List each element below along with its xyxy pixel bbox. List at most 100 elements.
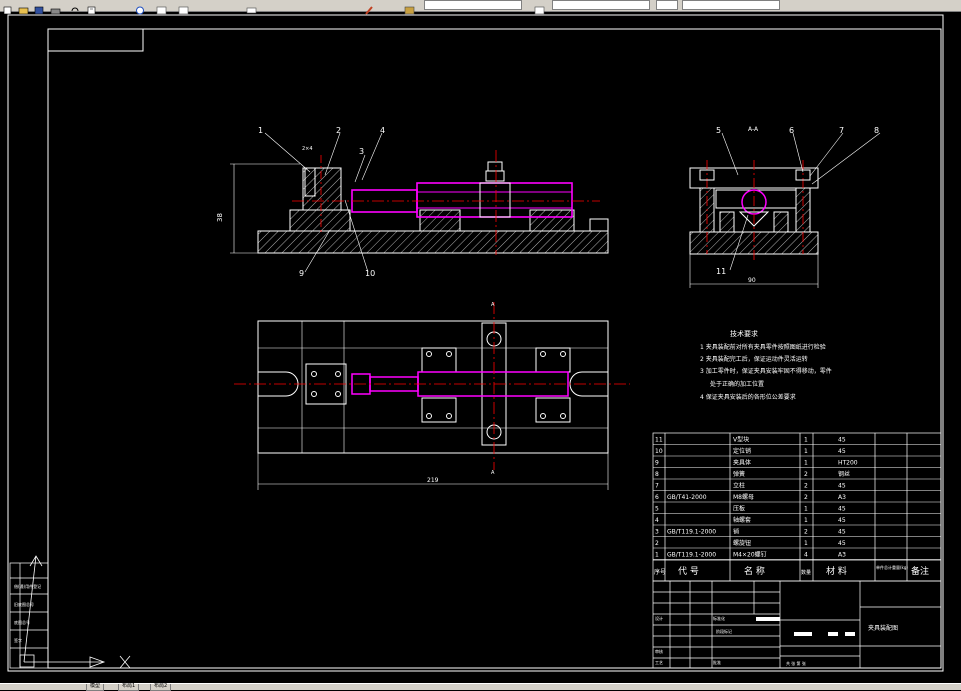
layer-icon[interactable]	[246, 0, 258, 14]
balloon-2: 2	[336, 126, 341, 135]
front-view	[230, 132, 609, 273]
bom-cell-no: 10	[655, 448, 663, 455]
bom-cell-qty: 2	[804, 529, 808, 536]
bom-cell-qty: 4	[804, 552, 808, 559]
tab-model[interactable]: 模型	[86, 684, 105, 691]
section-view	[689, 132, 881, 288]
layer-dropdown[interactable]	[424, 0, 522, 10]
bom-cell-qty: 1	[804, 460, 808, 467]
bom-cell-no: 1	[655, 552, 659, 559]
balloon-7: 7	[839, 126, 844, 135]
bom-cell-no: 4	[655, 517, 659, 524]
tb-label-mark	[756, 617, 780, 621]
toolbar	[0, 0, 961, 15]
tb-review: 审核	[655, 648, 663, 654]
tech-line-4: 处于正确的加工位置	[710, 380, 764, 388]
lineweight-dropdown[interactable]	[682, 0, 780, 10]
bom-cell-mat: A3	[838, 552, 846, 559]
bom-h-name: 名 称	[744, 565, 765, 577]
bom-cell-name: 销	[733, 528, 739, 536]
bom-table	[652, 432, 942, 582]
tb-stage: 阶段标记	[716, 628, 732, 634]
bom-cell-no: 9	[655, 460, 659, 467]
sidebar-label-4: 签字	[14, 637, 22, 643]
bom-cell-name: 定位销	[733, 447, 751, 455]
open-icon[interactable]	[18, 0, 30, 15]
drawing-name: 夹具装配图	[868, 624, 898, 632]
bom-cell-mat: HT200	[838, 460, 858, 467]
tb-design: 设计	[655, 615, 663, 621]
bom-cell-no: 7	[655, 483, 659, 490]
linetype-dropdown[interactable]	[656, 0, 678, 10]
bom-cell-mat: A3	[838, 494, 846, 501]
bom-cell-name: V型块	[733, 436, 749, 444]
bom-cell-code: GB/T41-2000	[667, 494, 707, 501]
sidebar-label-1: 借(通)用件登记	[14, 583, 41, 589]
layer-manager-icon[interactable]	[404, 0, 416, 15]
undo-icon[interactable]	[70, 0, 82, 12]
bom-cell-mat: 45	[838, 437, 846, 444]
matchprop-icon[interactable]	[364, 0, 376, 15]
color-dropdown[interactable]	[552, 0, 650, 10]
bom-cell-no: 5	[655, 506, 659, 513]
section-width-dim: 90	[748, 277, 756, 284]
balloon-9: 9	[299, 269, 304, 278]
save-icon[interactable]	[34, 0, 46, 15]
bom-cell-qty: 1	[804, 506, 808, 513]
properties-icon[interactable]	[178, 0, 190, 15]
plan-width-dim: 219	[427, 477, 439, 484]
drawing-canvas[interactable]: 借(通)用件登记 旧底图总号 底图总号 签字 38 2×4 1 2 3 4 9 …	[0, 12, 961, 683]
bom-cell-code: GB/T119.1-2000	[667, 552, 716, 559]
balloon-1: 1	[258, 126, 263, 135]
bom-header: 序号 代 号 名 称 数量 材 料 单件总计重量(kg) 备注	[653, 559, 941, 577]
bom-cell-name: 螺旋钮	[733, 539, 751, 547]
bom-rows: 11 V型块 1 4510 定位销 1 459 夹具体 1 HT2008 弹簧 2 钢丝7 立柱 2 456 G…	[653, 436, 941, 560]
bom-cell-mat: 45	[838, 540, 846, 547]
new-icon[interactable]	[2, 0, 14, 15]
bom-cell-no: 2	[655, 540, 659, 547]
bom-cell-no: 8	[655, 471, 659, 478]
balloon-5: 5	[716, 126, 721, 135]
bom-cell-name: 立柱	[733, 482, 745, 490]
bom-cell-name: M4×20螺钉	[733, 551, 767, 559]
tb-approve: 批准	[713, 659, 721, 665]
bom-cell-no: 6	[655, 494, 659, 501]
cut-a-bottom: A	[491, 470, 495, 476]
redo-icon[interactable]	[86, 0, 98, 15]
bom-cell-name: 压板	[733, 505, 745, 513]
cut-a-top: A	[491, 302, 495, 308]
bom-cell-name: M8螺母	[733, 493, 754, 501]
balloon-8: 8	[874, 126, 879, 135]
zoom-icon[interactable]	[156, 0, 168, 15]
balloon-11: 11	[716, 267, 726, 276]
bom-cell-qty: 1	[804, 437, 808, 444]
bom-cell-mat: 45	[838, 506, 846, 513]
bom-cell-mat: 45	[838, 483, 846, 490]
tab-layout2[interactable]: 布局2	[150, 684, 172, 691]
bom-cell-qty: 2	[804, 494, 808, 501]
balloon-4: 4	[380, 126, 385, 135]
color-icon[interactable]	[534, 0, 546, 15]
tb-sheet: 共 张 第 张	[786, 660, 806, 666]
front-height-dim: 38	[216, 213, 224, 222]
tb-ratio-mark	[845, 632, 855, 636]
bom-h-code: 代 号	[678, 566, 699, 577]
tech-line-2: 2 夹具装配完工后，保证运动件灵活运转	[700, 355, 808, 363]
bom-cell-name: 弹簧	[733, 470, 745, 478]
print-icon[interactable]	[50, 0, 62, 15]
tb-weight-mark	[794, 632, 812, 636]
tab-layout1[interactable]: 布局1	[118, 684, 140, 691]
tech-line-5: 4 保证夹具安装后的各形位公差要求	[700, 393, 796, 401]
section-label: A-A	[748, 126, 759, 133]
bom-cell-code: GB/T119.1-2000	[667, 529, 716, 536]
pan-icon[interactable]	[134, 0, 146, 15]
balloon-10: 10	[365, 269, 375, 278]
bom-h-no: 序号	[654, 568, 666, 576]
bom-cell-name: 夹具体	[733, 459, 751, 467]
bom-cell-qty: 2	[804, 483, 808, 490]
bom-cell-qty: 1	[804, 517, 808, 524]
tech-line-1: 1 夹具装配前对所有夹具零件按照图纸进行检验	[700, 343, 826, 351]
sidebar-label-3: 底图总号	[14, 619, 30, 625]
bom-cell-no: 11	[655, 437, 663, 444]
bom-cell-mat: 45	[838, 517, 846, 524]
